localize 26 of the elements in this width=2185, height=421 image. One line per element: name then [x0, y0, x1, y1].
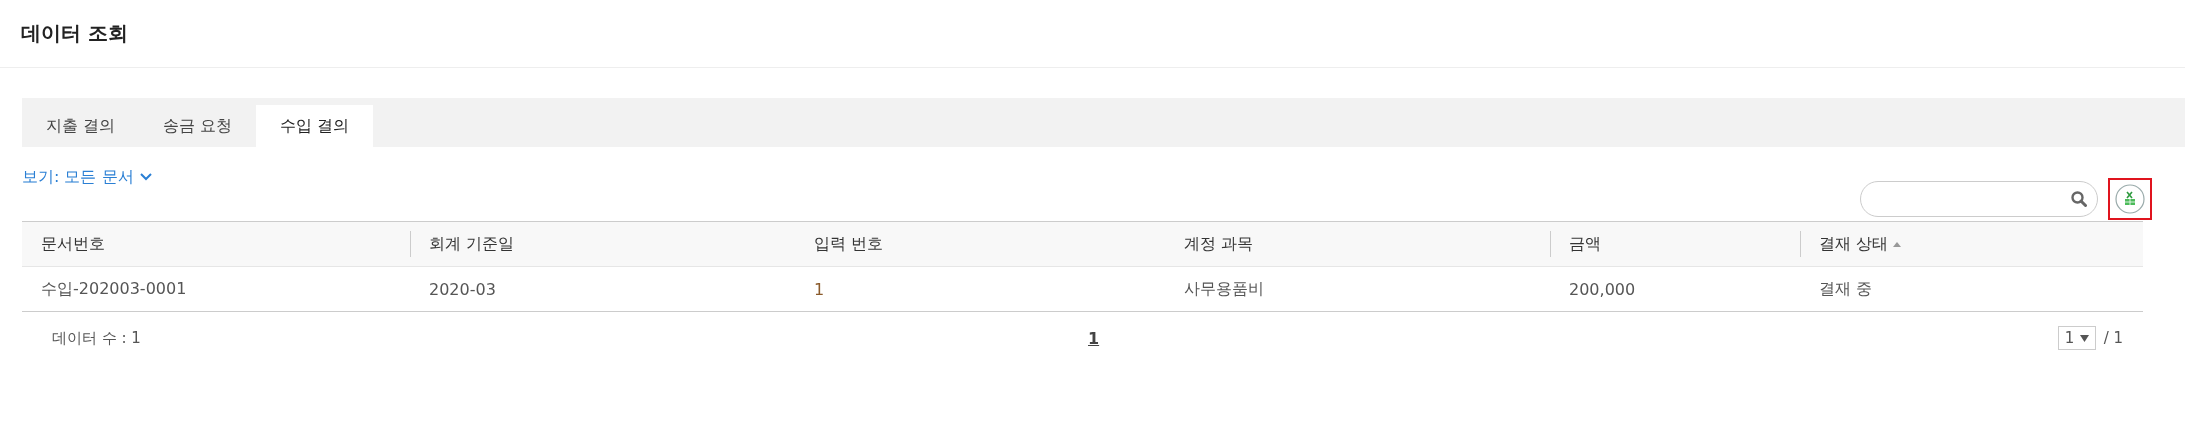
table-cell-text: 사무용품비	[1183, 277, 1265, 300]
data-count: 데이터 수 : 1	[52, 328, 142, 348]
column-header[interactable]: 회계 기준일	[410, 222, 795, 266]
table-cell-text: 수입-202003-0001	[40, 277, 188, 300]
table-cell-text: 결재 중	[1818, 277, 1874, 300]
excel-export-button[interactable]	[2108, 178, 2152, 220]
page-select[interactable]: 1	[2057, 326, 2096, 350]
table-cell-text: 1	[813, 278, 826, 301]
tab[interactable]: 송금 요청	[139, 105, 257, 147]
view-filter-dropdown[interactable]: 보기: 모든 문서	[22, 165, 152, 189]
column-header[interactable]: 입력 번호	[795, 222, 1165, 266]
table-cell-text: 200,000	[1568, 278, 1637, 301]
column-header[interactable]: 결재 상태	[1800, 222, 2143, 266]
page-link[interactable]: 1	[1088, 328, 1100, 348]
chevron-down-icon	[139, 173, 152, 181]
column-header[interactable]: 금액	[1550, 222, 1800, 266]
caret-down-icon	[2079, 334, 2089, 342]
column-header[interactable]: 문서번호	[22, 222, 410, 266]
column-header[interactable]: 계정 과목	[1165, 222, 1550, 266]
spreadsheet-icon	[2115, 184, 2145, 214]
total-pages: / 1	[2103, 329, 2123, 347]
tab[interactable]: 수입 결의	[256, 105, 374, 147]
table-cell-text: 2020-03	[428, 278, 497, 301]
search-icon	[2071, 191, 2087, 207]
tab[interactable]: 지출 결의	[22, 105, 140, 147]
page-title: 데이터 조회	[21, 20, 128, 47]
